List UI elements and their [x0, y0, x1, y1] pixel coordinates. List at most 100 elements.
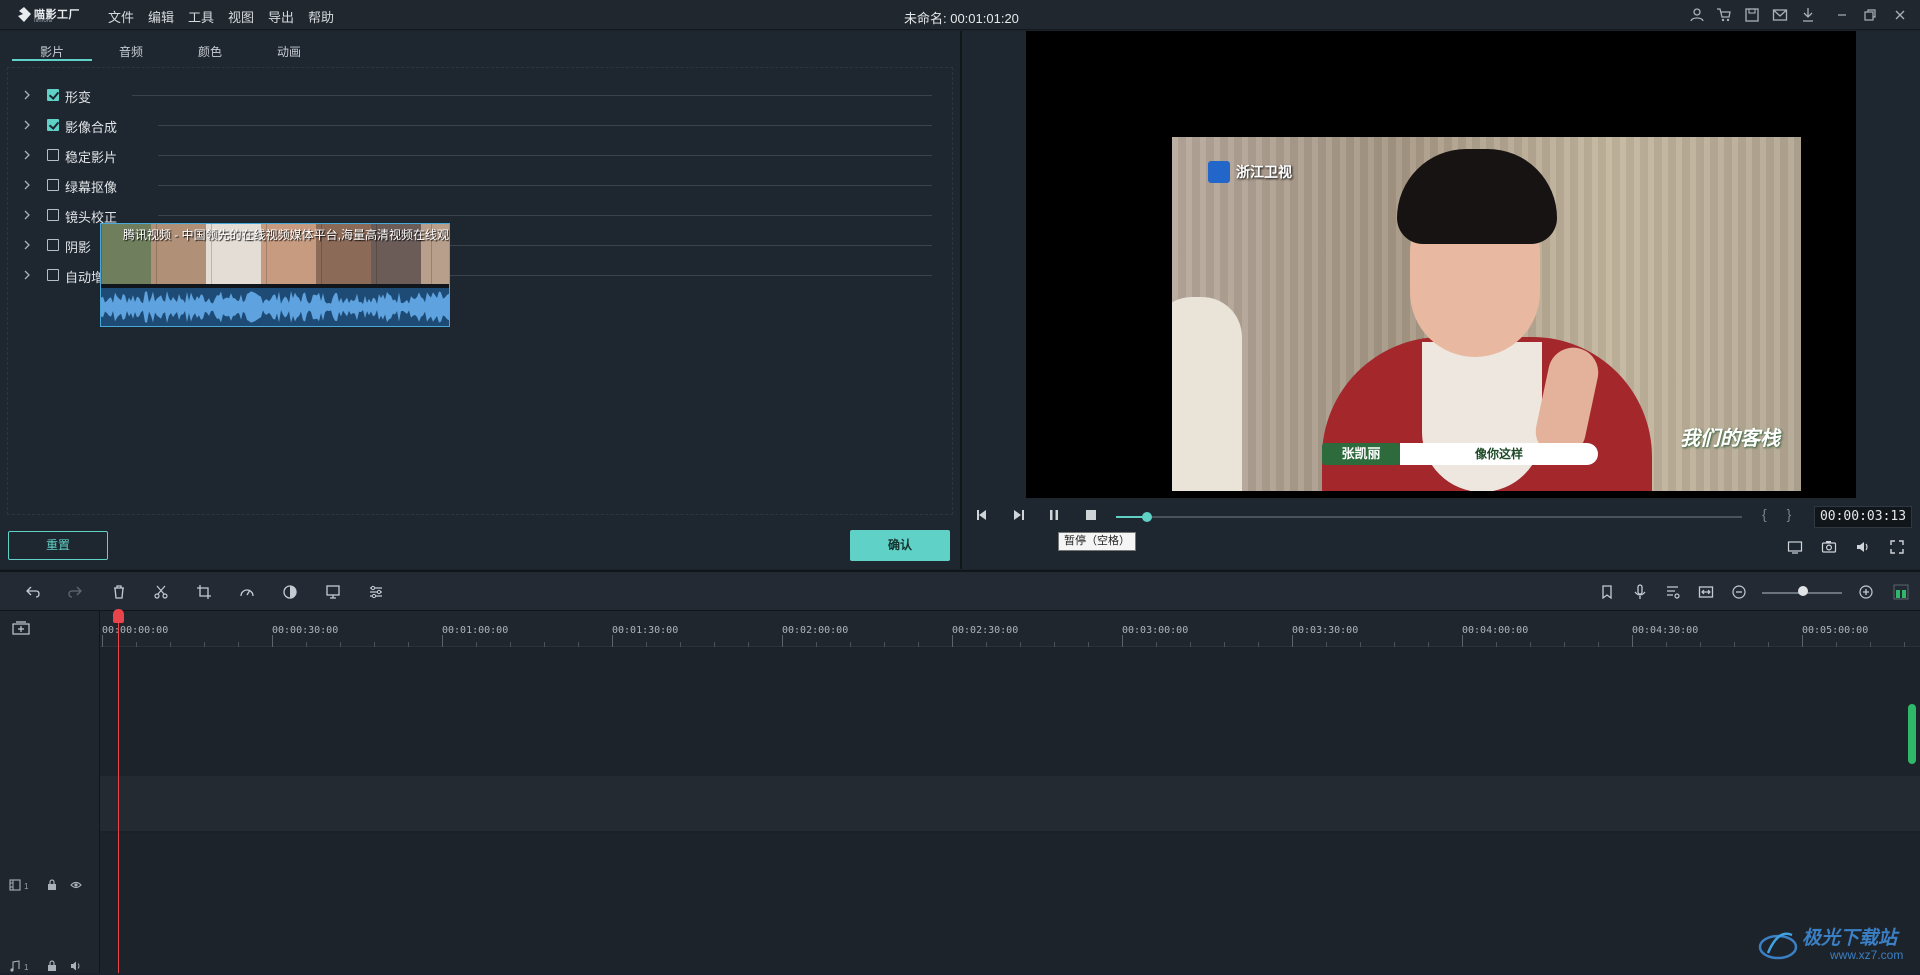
video-track-lane[interactable]: [100, 833, 1920, 943]
video-clip[interactable]: 腾讯视频 - 中国领先的在线视频媒体平台,海量高清视频在线观看: [100, 223, 450, 327]
lock-icon[interactable]: [46, 960, 58, 972]
tab-audio[interactable]: 音频: [91, 43, 171, 60]
cart-icon[interactable]: [1716, 7, 1732, 23]
timeline-scrollbar[interactable]: [1908, 704, 1916, 764]
menu-tools[interactable]: 工具: [188, 7, 214, 26]
account-icon[interactable]: [1689, 7, 1705, 23]
prop-row-lens-correction[interactable]: 镜头校正: [22, 205, 932, 225]
zoom-slider-handle[interactable]: [1798, 586, 1808, 596]
ruler-minor-tick: [1088, 642, 1089, 647]
restore-icon[interactable]: [1862, 7, 1878, 23]
prop-row-compositing[interactable]: 影像合成: [22, 115, 932, 135]
chevron-right-icon[interactable]: [22, 119, 32, 131]
render-preview-icon[interactable]: [1787, 539, 1803, 555]
checkbox-lens-correction[interactable]: [47, 209, 59, 221]
checkbox-chroma-key[interactable]: [47, 179, 59, 191]
ruler-minor-tick: [1428, 642, 1429, 647]
chevron-right-icon[interactable]: [22, 89, 32, 101]
reset-button[interactable]: 重置: [8, 531, 108, 560]
chevron-right-icon[interactable]: [22, 179, 32, 191]
download-icon[interactable]: [1800, 7, 1816, 23]
save-icon[interactable]: [1744, 7, 1760, 23]
delete-icon[interactable]: [111, 584, 127, 600]
divider: [158, 125, 932, 126]
microphone-icon[interactable]: [1632, 584, 1648, 600]
adjust-icon[interactable]: [368, 584, 384, 600]
ruler-tick-label: 00:05:00:00: [1802, 625, 1869, 636]
color-correction-icon[interactable]: [282, 584, 298, 600]
menu-view[interactable]: 视图: [228, 7, 254, 26]
zoom-in-icon[interactable]: [1858, 584, 1874, 600]
chevron-right-icon[interactable]: [22, 269, 32, 281]
menu-export[interactable]: 导出: [268, 7, 294, 26]
scrubber-handle[interactable]: [1142, 512, 1153, 522]
ruler-tick-label: 00:00:00:00: [102, 625, 169, 636]
pause-icon[interactable]: [1046, 507, 1062, 523]
playhead-handle[interactable]: [113, 609, 124, 623]
zoom-out-icon[interactable]: [1731, 584, 1747, 600]
ruler-major-tick: [952, 635, 953, 647]
timeline-ruler[interactable]: 00:00:00:00 00:00:30:00 00:01:00:00 00:01:3…: [100, 611, 1920, 647]
tab-video[interactable]: 影片: [12, 43, 92, 60]
channel-logo-icon: [1208, 161, 1230, 183]
volume-icon[interactable]: [1855, 539, 1871, 555]
preview-screen[interactable]: 浙江卫视 张凯丽 像你这样 我们的客栈: [1026, 31, 1856, 498]
lock-icon[interactable]: [46, 879, 58, 891]
checkbox-auto-enhance[interactable]: [47, 269, 59, 281]
prop-row-transform[interactable]: 形变: [22, 85, 932, 105]
mail-icon[interactable]: [1772, 7, 1788, 23]
detach-audio-icon[interactable]: [1698, 584, 1714, 600]
tab-animation[interactable]: 动画: [249, 43, 329, 60]
redo-icon[interactable]: [67, 584, 83, 600]
checkbox-shadow[interactable]: [47, 239, 59, 251]
ruler-minor-tick: [646, 642, 647, 647]
ruler-minor-tick: [1326, 642, 1327, 647]
playhead[interactable]: [118, 611, 119, 973]
prop-row-chroma-key[interactable]: 绿幕抠像: [22, 175, 932, 195]
minimize-icon[interactable]: [1834, 7, 1850, 23]
chevron-right-icon[interactable]: [22, 149, 32, 161]
chevron-right-icon[interactable]: [22, 209, 32, 221]
voiceover-icon[interactable]: [1665, 584, 1681, 600]
speaker-icon[interactable]: [70, 960, 82, 972]
snapshot-icon[interactable]: [1821, 539, 1837, 555]
close-icon[interactable]: [1892, 7, 1908, 23]
audio-track-lane[interactable]: [100, 943, 1920, 973]
eye-icon[interactable]: [70, 879, 82, 891]
preview-scrubber[interactable]: [1116, 512, 1742, 522]
menu-edit[interactable]: 编辑: [148, 7, 174, 26]
menu-help[interactable]: 帮助: [308, 7, 334, 26]
stop-icon[interactable]: [1083, 507, 1099, 523]
fullscreen-icon[interactable]: [1889, 539, 1905, 555]
menu-file[interactable]: 文件: [108, 7, 134, 26]
split-icon[interactable]: [153, 584, 169, 600]
app-logo: 喵影工厂 filmora: [18, 6, 80, 24]
ruler-major-tick: [442, 635, 443, 647]
crop-icon[interactable]: [196, 584, 212, 600]
ruler-minor-tick: [1700, 642, 1701, 647]
ruler-minor-tick: [884, 642, 885, 647]
checkbox-compositing[interactable]: [47, 119, 59, 131]
audio-meter-icon[interactable]: [1893, 584, 1909, 600]
mark-in-out[interactable]: { }: [1762, 506, 1799, 522]
green-screen-icon[interactable]: [325, 584, 341, 600]
play-icon[interactable]: [1010, 507, 1026, 523]
chevron-right-icon[interactable]: [22, 239, 32, 251]
empty-track[interactable]: [100, 648, 1920, 776]
active-tab-indicator: [12, 59, 92, 61]
undo-icon[interactable]: [25, 584, 41, 600]
ruler-minor-tick: [1768, 642, 1769, 647]
speed-icon[interactable]: [239, 584, 255, 600]
marker-icon[interactable]: [1599, 584, 1615, 600]
tab-color[interactable]: 颜色: [170, 43, 250, 60]
add-track-icon[interactable]: [12, 621, 30, 635]
empty-track[interactable]: [100, 776, 1920, 831]
prop-label: 绿幕抠像: [65, 180, 118, 195]
checkbox-transform[interactable]: [47, 89, 59, 101]
document-title: 未命名: 00:01:01:20: [904, 11, 1019, 26]
prop-row-stabilization[interactable]: 稳定影片: [22, 145, 932, 165]
checkbox-stabilization[interactable]: [47, 149, 59, 161]
ruler-minor-tick: [476, 642, 477, 647]
confirm-button[interactable]: 确认: [850, 530, 950, 561]
prev-frame-icon[interactable]: [974, 507, 990, 523]
